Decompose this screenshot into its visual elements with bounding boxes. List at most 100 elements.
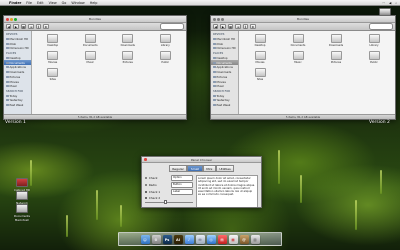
sidebar-item-label: Applications	[9, 65, 26, 70]
file-item[interactable]: Downloads	[317, 34, 355, 47]
tab-mini[interactable]: Mini	[202, 165, 216, 172]
back-button[interactable]: ◀	[6, 24, 12, 29]
clock-icon	[6, 104, 9, 107]
sample-text-area[interactable]: Lorem ipsum dolor sit amet, consectetur …	[196, 175, 258, 207]
search-input[interactable]	[160, 23, 184, 30]
sidebar-item-label: Pictures	[216, 74, 228, 79]
calendar-icon[interactable]: ▤	[217, 235, 227, 244]
finder-icon[interactable]: ☺	[140, 235, 150, 244]
radio-button[interactable]	[145, 176, 148, 179]
action-button[interactable]: ⚙	[249, 24, 256, 29]
file-item[interactable]: Public	[147, 51, 185, 64]
tab-regular[interactable]: Regular	[168, 165, 188, 172]
file-item[interactable]: Desktop	[34, 34, 72, 47]
desktop-item-cabinet-hd[interactable]: Cabinet HD	[9, 178, 35, 192]
tab-small[interactable]: Small	[187, 165, 203, 172]
system-preferences-icon[interactable]: ⚙	[151, 235, 161, 244]
itunes-icon[interactable]: ♪	[184, 235, 194, 244]
folder-icon	[84, 51, 96, 60]
menu-go[interactable]: Go	[62, 1, 67, 5]
list-view-button[interactable]: ≡	[235, 24, 241, 29]
checkbox-row: Check 2	[145, 196, 193, 200]
menu-file[interactable]: File	[26, 1, 32, 5]
safari-icon[interactable]: ◎	[206, 235, 216, 244]
close-button[interactable]	[213, 17, 216, 21]
file-item[interactable]: Music	[72, 51, 110, 64]
checkbox[interactable]	[145, 190, 148, 193]
volume-icon[interactable]: ◀	[389, 1, 391, 5]
close-button[interactable]	[6, 17, 9, 21]
file-item[interactable]: Documents	[72, 34, 110, 47]
address-book-icon[interactable]: @	[239, 235, 249, 244]
mail-icon[interactable]: ✉	[195, 235, 205, 244]
file-item[interactable]: Pictures	[317, 51, 355, 64]
option-select[interactable]: Option	[171, 175, 193, 181]
file-item[interactable]: Library	[355, 34, 393, 47]
icon-view-button[interactable]: ▦	[20, 24, 27, 29]
forward-button[interactable]: ▶	[220, 24, 226, 29]
zoom-button[interactable]	[221, 17, 224, 21]
illustrator-icon[interactable]: Ai	[173, 235, 183, 244]
desktop-item-network[interactable]: Network	[9, 191, 35, 205]
trash-icon[interactable]: ▥	[250, 235, 260, 244]
icon-view-button[interactable]: ▦	[227, 24, 234, 29]
file-item[interactable]: Desktop	[241, 34, 279, 47]
file-item[interactable]: Public	[355, 51, 393, 64]
column-view-button[interactable]: ⫼	[242, 24, 248, 29]
close-button[interactable]	[144, 158, 147, 161]
window-titlebar[interactable]: Bundles	[211, 16, 395, 23]
window-titlebar[interactable]: Bundles	[4, 16, 186, 23]
forward-button[interactable]: ▶	[13, 24, 19, 29]
file-item[interactable]: Movies	[34, 51, 72, 64]
minimize-button[interactable]	[10, 17, 13, 21]
slider[interactable]	[145, 200, 193, 204]
menu-app-name[interactable]: Finder	[9, 1, 21, 5]
checkbox-row: Check 1 Label	[145, 189, 193, 195]
file-item[interactable]: Music	[279, 51, 317, 64]
column-view-button[interactable]: ⫼	[35, 24, 41, 29]
desktop-item-documents[interactable]: Documents Macintosh	[9, 204, 35, 222]
zoom-button[interactable]	[14, 17, 17, 21]
label-select[interactable]: Label	[171, 189, 193, 195]
sidebar-item-past-week[interactable]: Past Week	[4, 103, 31, 108]
slider-knob[interactable]	[164, 200, 168, 204]
photoshop-icon[interactable]: Ps	[162, 235, 172, 244]
sidebar-item-label: Today	[9, 93, 18, 98]
file-item[interactable]: Sites	[34, 68, 72, 81]
minimize-button[interactable]	[217, 17, 220, 21]
ical-icon[interactable]: ▦	[228, 235, 238, 244]
movies-icon	[213, 80, 216, 83]
search-input[interactable]	[369, 23, 393, 30]
radio-row: Check Option	[145, 175, 193, 181]
back-button[interactable]: ◀	[213, 24, 219, 29]
button-select[interactable]: Button	[171, 182, 193, 188]
search-icon[interactable]: ⌕	[395, 1, 397, 5]
wallpaper-sprig	[300, 175, 302, 203]
menu-edit[interactable]: Edit	[37, 1, 44, 5]
file-item[interactable]: Downloads	[109, 34, 147, 47]
file-item[interactable]: Documents	[279, 34, 317, 47]
action-button[interactable]: ⚙	[42, 24, 49, 29]
file-item[interactable]: Movies	[241, 51, 279, 64]
radio-button[interactable]	[145, 183, 148, 186]
tab-utilities[interactable]: Utilities	[215, 165, 235, 172]
checkbox[interactable]	[145, 196, 148, 200]
menu-window[interactable]: Window	[71, 1, 84, 5]
panel-titlebar[interactable]: Panel Chooser	[142, 157, 261, 163]
folder-icon	[47, 34, 59, 43]
file-item[interactable]: Library	[147, 34, 185, 47]
menu-help[interactable]: Help	[90, 1, 98, 5]
music-icon	[213, 85, 216, 88]
wifi-icon[interactable]: ◠	[382, 1, 385, 5]
sidebar-item-past-week[interactable]: Past Week	[211, 103, 238, 108]
downloads-icon	[6, 71, 9, 74]
finder-window-2: Bundles ◀ ▶ ▦ ≡ ⫼ ⚙ DEVICES Macintosh HD…	[210, 15, 396, 120]
file-item[interactable]: Pictures	[109, 51, 147, 64]
drive-icon	[16, 178, 28, 187]
menu-view[interactable]: View	[49, 1, 57, 5]
window-toolbar: ◀ ▶ ▦ ≡ ⫼ ⚙	[4, 23, 186, 31]
applications-icon	[213, 66, 216, 69]
file-item[interactable]: Sites	[241, 68, 279, 81]
pictures-icon	[6, 75, 9, 78]
list-view-button[interactable]: ≡	[28, 24, 34, 29]
